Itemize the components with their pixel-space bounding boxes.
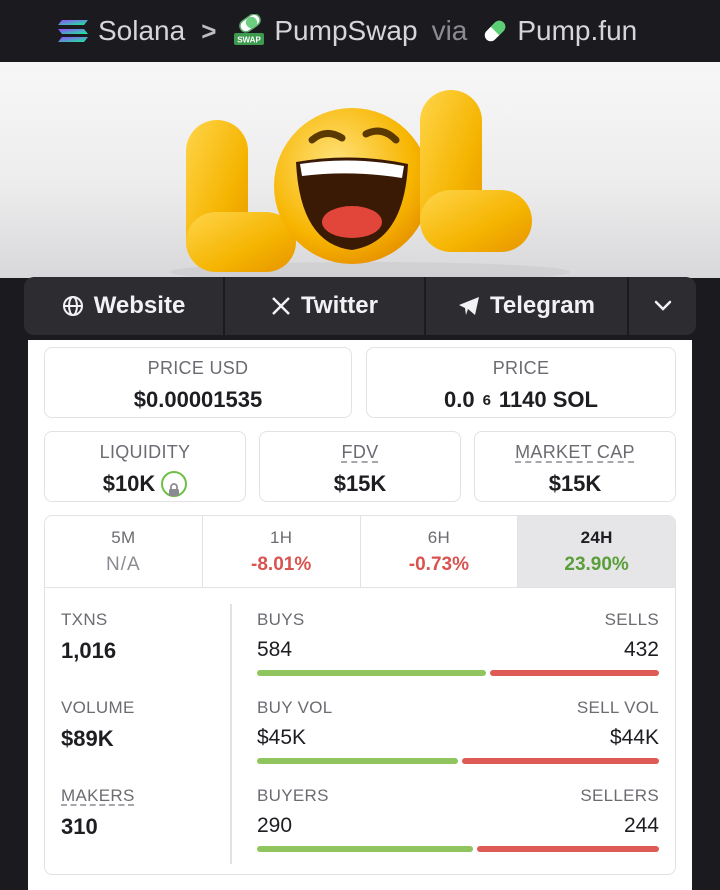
chevron-down-icon [654,300,671,311]
via-text: via [431,15,468,46]
sell-vol-value: $44K [609,726,659,749]
makers-row: MAKERS 310 BUYERS SELLERS 290 244 [45,786,675,866]
twitter-label: Twitter [301,292,378,319]
breadcrumb-dex[interactable]: SWAP PumpSwap [232,14,418,48]
telegram-button[interactable]: Telegram [426,277,629,335]
x-logo-icon [272,297,290,315]
price-usd-label: PRICE USD [147,358,249,378]
buy-vol-bar [257,758,458,764]
timeframe-tabs: 5M N/A 1H -8.01% 6H -0.73% 24H 23.90% [45,516,675,588]
buys-sells-ratio-bar [257,670,659,676]
tab-1h[interactable]: 1H -8.01% [203,516,361,587]
website-button[interactable]: Website [24,277,225,335]
sells-label: SELLS [604,610,659,629]
breadcrumb-launchpad[interactable]: Pump.fun [481,15,637,47]
pumpswap-icon: SWAP [234,14,265,45]
pill-icon [485,20,506,42]
swap-icon-text: SWAP [238,36,262,45]
tab-label: 5M [111,528,136,547]
price-usd-card: PRICE USD $0.00001535 [44,347,352,418]
fdv-card[interactable]: FDV $15K [259,431,461,502]
fdv-value: $15K [333,471,387,496]
breadcrumb: Solana > SWAP PumpSwap via Pump.fun [0,0,720,62]
token-banner-image [0,62,720,278]
lol-logo-image [170,90,570,278]
price-native-value: 0.0 6 1140 SOL [367,387,675,413]
price-native-label: PRICE [492,358,550,378]
token-info-panel: PRICE USD $0.00001535 PRICE 0.0 6 1140 SOL… [28,340,692,890]
sellers-value: 244 [623,814,659,837]
tab-value: N/A [106,554,141,575]
sellers-bar [477,846,659,852]
price-native-zero-count: 6 [482,391,491,409]
makers-value: 310 [61,814,98,839]
price-native-suffix: 1140 SOL [498,387,598,412]
txns-row: TXNS 1,016 BUYS SELLS 584 432 [45,610,675,690]
fdv-label: FDV [341,442,379,462]
tab-label: 6H [427,528,451,547]
volume-row: VOLUME $89K BUY VOL SELL VOL $45K $44K [45,698,675,778]
liquidity-value-row: $10K [45,471,245,497]
txns-value: 1,016 [61,638,117,663]
dex-label: PumpSwap [274,15,418,46]
globe-icon [62,296,83,316]
volume-value: $89K [61,726,114,751]
buy-vol-value: $45K [257,726,307,749]
buyers-bar [257,846,473,852]
launchpad-label: Pump.fun [517,15,638,46]
liquidity-card: LIQUIDITY $10K [44,431,246,502]
makers-label[interactable]: MAKERS [61,786,135,806]
liquidity-value: $10K [102,471,156,496]
breadcrumb-separator: > [201,15,217,46]
breadcrumb-chain[interactable]: Solana [56,15,185,47]
social-links-bar: Website Twitter Telegram [24,277,696,335]
market-cap-card[interactable]: MARKET CAP $15K [474,431,676,502]
tab-value: 23.90% [564,554,629,575]
more-links-button[interactable] [629,277,696,335]
buy-bar [257,670,486,676]
market-cap-label: MARKET CAP [515,442,635,462]
tab-24h[interactable]: 24H 23.90% [518,516,675,587]
buyers-sellers-ratio-bar [257,846,659,852]
sells-value: 432 [623,638,659,661]
buys-label: BUYS [257,610,305,629]
buys-value: 584 [257,638,293,661]
sell-vol-bar [462,758,659,764]
volume-ratio-bar [257,758,659,764]
price-usd-value: $0.00001535 [133,387,263,412]
volume-label: VOLUME [61,698,135,717]
buyers-label: BUYERS [257,786,329,805]
sell-bar [490,670,659,676]
sell-vol-label: SELL VOL [576,698,659,717]
liquidity-label: LIQUIDITY [99,442,191,462]
chain-label: Solana [98,15,186,46]
telegram-icon [459,297,480,315]
twitter-button[interactable]: Twitter [225,277,426,335]
tab-label: 24H [580,528,613,547]
sellers-label: SELLERS [580,786,659,805]
tab-6h[interactable]: 6H -0.73% [361,516,519,587]
price-native-prefix: 0.0 [443,387,475,412]
lock-icon[interactable] [161,471,188,497]
telegram-label: Telegram [490,292,595,319]
tab-value: -0.73% [408,554,469,575]
buy-vol-label: BUY VOL [257,698,333,717]
website-label: Website [93,292,186,319]
price-native-card: PRICE 0.0 6 1140 SOL [366,347,676,418]
tab-value: -8.01% [251,554,312,575]
tab-label: 1H [269,528,293,547]
solana-icon [58,20,88,42]
tab-5m[interactable]: 5M N/A [45,516,203,587]
txns-label: TXNS [61,610,108,629]
market-cap-value: $15K [548,471,602,496]
trading-stats-box: 5M N/A 1H -8.01% 6H -0.73% 24H 23.90% TX… [44,515,676,875]
buyers-value: 290 [257,814,293,837]
